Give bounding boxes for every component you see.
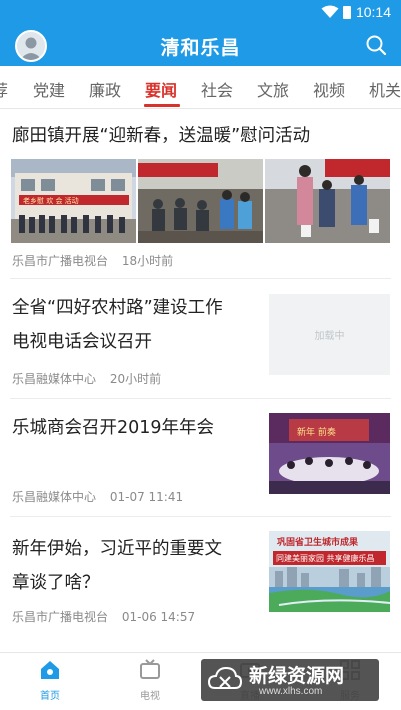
news-meta: 乐昌融媒体中心 01-07 11:41 — [12, 488, 183, 505]
tv-icon — [140, 659, 160, 679]
image-caption-top: 巩固省卫生城市成果 — [277, 536, 359, 548]
active-tab-indicator — [144, 104, 180, 107]
tab-society[interactable]: 社会 — [201, 77, 233, 101]
image-caption-banner: 同建美丽家园 共享健康乐昌 — [276, 553, 375, 563]
news-item[interactable]: 乐城商会召开2019年年会 新年 前奏 乐昌融媒体中心 01-07 11:41 — [0, 399, 401, 517]
news-time: 01-07 11:41 — [109, 490, 184, 504]
news-title: 廊田镇开展“迎新春，送温暖”慰问活动 — [12, 126, 311, 146]
news-meta: 乐昌市广播电视台 01-06 14:57 — [12, 608, 195, 625]
watermark-logo-icon — [207, 666, 243, 689]
news-title: 乐城商会召开2019年年会 — [12, 418, 215, 438]
watermark-text: 新绿资源网 — [249, 665, 345, 687]
battery-icon — [343, 6, 351, 19]
nav-home[interactable]: 首页 — [15, 659, 85, 702]
tab-news[interactable]: 要闻 — [145, 77, 177, 101]
news-source: 乐昌融媒体中心 — [12, 372, 97, 386]
search-icon[interactable] — [364, 33, 388, 57]
news-time: 01-06 14:57 — [121, 610, 196, 624]
watermark-url: www.xlhs.com — [259, 686, 323, 697]
news-title: 新年伊始，习近平的重要文 章谈了啥？ — [12, 539, 222, 593]
tab-recommend[interactable]: 荐 — [0, 77, 8, 101]
news-source: 乐昌融媒体中心 — [12, 490, 97, 504]
news-title: 全省“四好农村路”建设工作 电视电话会议召开 — [12, 298, 223, 352]
app-title: 清和乐昌 — [160, 37, 241, 59]
status-time: 10:14 — [355, 4, 391, 20]
news-time: 18小时前 — [121, 254, 174, 268]
tab-agency[interactable]: 机关 — [369, 77, 401, 101]
tab-video[interactable]: 视频 — [313, 77, 345, 101]
news-source: 乐昌市广播电视台 — [12, 610, 109, 624]
news-image: 老乡慰 欢 会 活动 — [11, 159, 136, 243]
news-time: 20小时前 — [109, 372, 162, 386]
nav-tv[interactable]: 电视 — [115, 659, 185, 702]
home-icon — [41, 661, 59, 679]
tab-integrity[interactable]: 廉政 — [89, 77, 121, 101]
news-source: 乐昌市广播电视台 — [12, 254, 109, 268]
banner-sign: 老乡慰 欢 会 活动 — [23, 196, 79, 205]
news-image: 巩固省卫生城市成果 同建美丽家园 共享健康乐昌 — [269, 531, 390, 612]
wifi-icon — [321, 5, 339, 18]
app-header: 清和乐昌 — [0, 26, 401, 66]
tab-party[interactable]: 党建 — [33, 77, 65, 101]
news-image — [265, 159, 390, 243]
category-tabs: 荐 党建 廉政 要闻 社会 文旅 视频 机关 — [0, 66, 401, 109]
news-item[interactable]: 全省“四好农村路”建设工作 电视电话会议召开 加载中 乐昌融媒体中心 20小时前 — [0, 279, 401, 399]
news-thumbnail-loading: 加载中 — [269, 294, 390, 375]
status-bar: 10:14 — [0, 0, 401, 26]
news-item[interactable]: 新年伊始，习近平的重要文 章谈了啥？ 巩固省卫生城市成果 同建美丽家园 共享健康… — [0, 517, 401, 637]
news-meta: 乐昌融媒体中心 20小时前 — [12, 370, 161, 387]
tab-culture[interactable]: 文旅 — [257, 77, 289, 101]
news-image: 新年 前奏 — [269, 413, 390, 494]
news-item[interactable]: 廊田镇开展“迎新春，送温暖”慰问活动 老乡慰 欢 会 活动 乐昌市广播电视台 1… — [0, 109, 401, 279]
loading-text: 加载中 — [314, 331, 345, 342]
stage-banner-text: 新年 前奏 — [297, 426, 336, 438]
news-image — [138, 159, 263, 243]
watermark: 新绿资源网 www.xlhs.com — [201, 659, 379, 701]
news-meta: 乐昌市广播电视台 18小时前 — [12, 252, 173, 269]
